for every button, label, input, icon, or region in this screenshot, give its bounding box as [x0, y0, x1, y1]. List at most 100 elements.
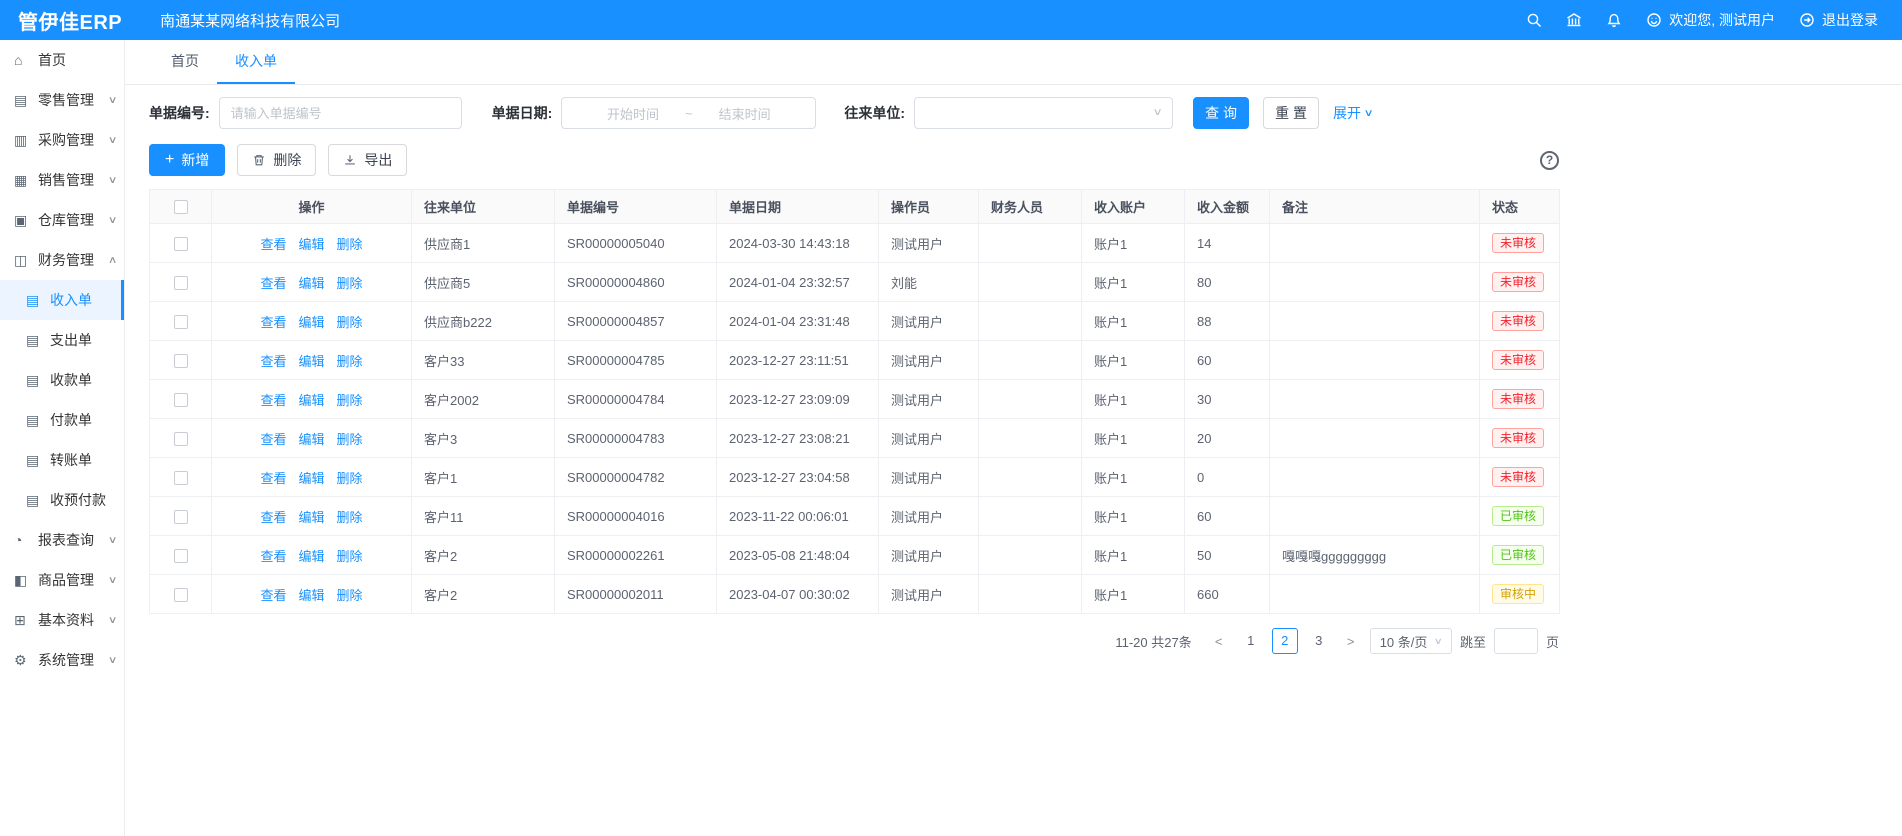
cell-date: 2024-01-04 23:32:57	[717, 263, 879, 302]
cell-partner: 客户33	[412, 341, 555, 380]
date-range-picker[interactable]: 开始时间 ~ 结束时间	[561, 97, 816, 129]
bank-icon[interactable]	[1566, 12, 1582, 28]
view-link[interactable]: 查看	[260, 510, 286, 525]
tab-home[interactable]: 首页	[153, 40, 217, 84]
row-checkbox[interactable]	[174, 276, 188, 290]
sidebar-item-receipt[interactable]: ▤ 收款单	[0, 360, 124, 400]
doc-icon: ▤	[26, 412, 43, 429]
next-page-button[interactable]: >	[1340, 634, 1362, 649]
sidebar-item-warehouse[interactable]: ▣ 仓库管理 ∨	[0, 200, 124, 240]
search-icon[interactable]	[1526, 12, 1542, 28]
row-checkbox[interactable]	[174, 393, 188, 407]
sidebar-item-advance[interactable]: ▤ 收预付款	[0, 480, 124, 520]
cell-finance-person	[979, 341, 1082, 380]
delete-link[interactable]: 删除	[337, 315, 363, 330]
cell-date: 2023-04-07 00:30:02	[717, 575, 879, 614]
chevron-down-icon: ∨	[108, 215, 118, 226]
delete-link[interactable]: 删除	[337, 432, 363, 447]
reset-button[interactable]: 重 置	[1263, 97, 1319, 129]
edit-link[interactable]: 编辑	[298, 315, 324, 330]
edit-link[interactable]: 编辑	[298, 588, 324, 603]
cell-partner: 客户2002	[412, 380, 555, 419]
page-size-select[interactable]: 10 条/页 ∨	[1370, 628, 1452, 654]
edit-link[interactable]: 编辑	[298, 354, 324, 369]
sidebar-item-system[interactable]: ⚙ 系统管理 ∨	[0, 640, 124, 680]
export-button[interactable]: 导出	[328, 144, 407, 176]
delete-link[interactable]: 删除	[337, 354, 363, 369]
row-checkbox[interactable]	[174, 471, 188, 485]
view-link[interactable]: 查看	[260, 315, 286, 330]
sidebar-item-label: 销售管理	[38, 170, 94, 190]
status-badge: 已审核	[1492, 545, 1544, 565]
prev-page-button[interactable]: <	[1208, 634, 1230, 649]
jump-page-input[interactable]	[1494, 628, 1538, 654]
row-checkbox[interactable]	[174, 588, 188, 602]
cell-doc-no: SR00000002011	[555, 575, 717, 614]
view-link[interactable]: 查看	[260, 471, 286, 486]
edit-link[interactable]: 编辑	[298, 237, 324, 252]
add-button[interactable]: + 新增	[149, 144, 225, 176]
delete-label: 删除	[273, 150, 301, 170]
cell-account: 账户1	[1082, 419, 1185, 458]
edit-link[interactable]: 编辑	[298, 393, 324, 408]
edit-link[interactable]: 编辑	[298, 471, 324, 486]
column-account: 收入账户	[1082, 190, 1185, 224]
view-link[interactable]: 查看	[260, 588, 286, 603]
sidebar-item-finance[interactable]: ◫ 财务管理 ∧	[0, 240, 124, 280]
search-button[interactable]: 查 询	[1193, 97, 1249, 129]
delete-link[interactable]: 删除	[337, 549, 363, 564]
view-link[interactable]: 查看	[260, 549, 286, 564]
row-checkbox[interactable]	[174, 315, 188, 329]
help-icon[interactable]: ?	[1540, 151, 1559, 170]
page-button-1[interactable]: 1	[1238, 628, 1264, 654]
cell-doc-no: SR00000005040	[555, 224, 717, 263]
view-link[interactable]: 查看	[260, 393, 286, 408]
sidebar-item-income[interactable]: ▤ 收入单	[0, 280, 124, 320]
view-link[interactable]: 查看	[260, 432, 286, 447]
expand-filters-link[interactable]: 展开 ∨	[1333, 103, 1372, 123]
delete-link[interactable]: 删除	[337, 393, 363, 408]
logout-button[interactable]: 退出登录	[1799, 10, 1878, 30]
sidebar-item-expense[interactable]: ▤ 支出单	[0, 320, 124, 360]
view-link[interactable]: 查看	[260, 237, 286, 252]
row-checkbox[interactable]	[174, 549, 188, 563]
delete-button[interactable]: 删除	[237, 144, 316, 176]
sidebar-item-label: 采购管理	[38, 130, 94, 150]
sidebar-item-payment[interactable]: ▤ 付款单	[0, 400, 124, 440]
delete-link[interactable]: 删除	[337, 588, 363, 603]
edit-link[interactable]: 编辑	[298, 549, 324, 564]
edit-link[interactable]: 编辑	[298, 432, 324, 447]
page-button-2-current[interactable]: 2	[1272, 628, 1298, 654]
cell-finance-person	[979, 575, 1082, 614]
sidebar-item-report[interactable]: ◔ 报表查询 ∨	[0, 520, 124, 560]
view-link[interactable]: 查看	[260, 354, 286, 369]
delete-link[interactable]: 删除	[337, 510, 363, 525]
sidebar-item-retail[interactable]: ▤ 零售管理 ∨	[0, 80, 124, 120]
delete-link[interactable]: 删除	[337, 276, 363, 291]
bell-icon[interactable]	[1606, 12, 1622, 28]
sidebar-item-basic-data[interactable]: ⊞ 基本资料 ∨	[0, 600, 124, 640]
table-body: 查看编辑删除 供应商1 SR00000005040 2024-03-30 14:…	[150, 224, 1560, 614]
row-checkbox[interactable]	[174, 432, 188, 446]
sidebar-item-purchase[interactable]: ▥ 采购管理 ∨	[0, 120, 124, 160]
sidebar-item-goods[interactable]: ◧ 商品管理 ∨	[0, 560, 124, 600]
delete-link[interactable]: 删除	[337, 237, 363, 252]
page-button-3[interactable]: 3	[1306, 628, 1332, 654]
partner-select[interactable]: ∨	[914, 97, 1173, 129]
sidebar-item-home[interactable]: ⌂ 首页	[0, 40, 124, 80]
tab-income[interactable]: 收入单	[217, 40, 295, 84]
user-menu[interactable]: 欢迎您, 测试用户	[1646, 10, 1775, 30]
view-link[interactable]: 查看	[260, 276, 286, 291]
sidebar-item-transfer[interactable]: ▤ 转账单	[0, 440, 124, 480]
doc-no-input[interactable]	[219, 97, 462, 129]
row-checkbox[interactable]	[174, 510, 188, 524]
select-all-checkbox[interactable]	[174, 200, 188, 214]
edit-link[interactable]: 编辑	[298, 276, 324, 291]
sidebar-item-sales[interactable]: ▦ 销售管理 ∨	[0, 160, 124, 200]
cell-account: 账户1	[1082, 575, 1185, 614]
row-checkbox[interactable]	[174, 354, 188, 368]
delete-link[interactable]: 删除	[337, 471, 363, 486]
edit-link[interactable]: 编辑	[298, 510, 324, 525]
table-row: 查看编辑删除 客户3 SR00000004783 2023-12-27 23:0…	[150, 419, 1560, 458]
row-checkbox[interactable]	[174, 237, 188, 251]
